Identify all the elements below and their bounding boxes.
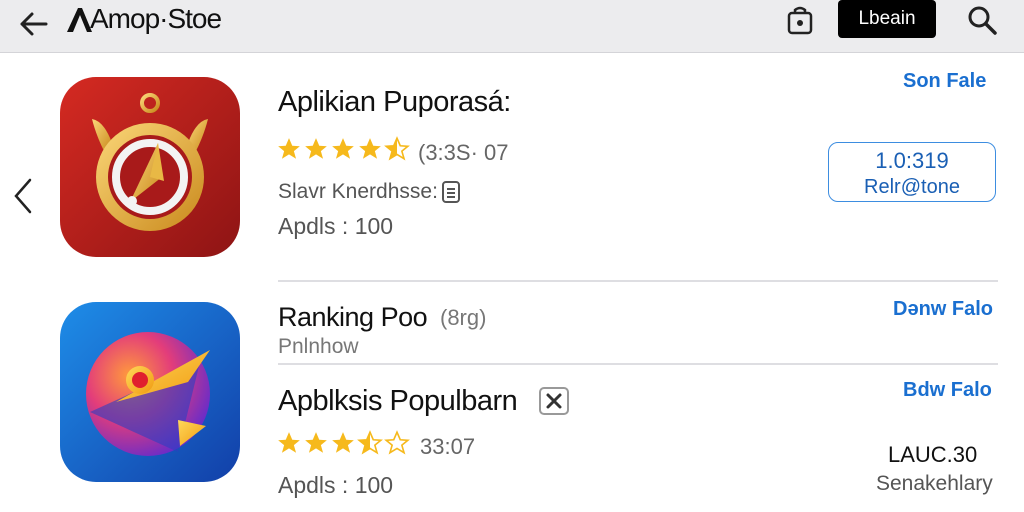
store-title: Amop·Stoe <box>90 3 222 34</box>
price-label: Senakehlary <box>876 472 993 495</box>
star-rating <box>276 430 410 456</box>
info-icon <box>442 181 460 203</box>
star-icon <box>332 138 354 159</box>
star-half-icon <box>384 136 410 161</box>
price-value: 1.0:319 <box>875 148 949 173</box>
rating-count: (3:3S· 07 <box>418 140 509 165</box>
star-icon <box>359 138 381 159</box>
apps-count: Apdls : 100 <box>278 213 394 239</box>
section-title[interactable]: Ranking Poo <box>278 302 428 333</box>
see-all-link[interactable]: Son Fale <box>903 70 986 93</box>
app-title[interactable]: Apblksis Populbarn <box>278 385 518 418</box>
see-all-link[interactable]: Dәnw Falo <box>893 298 993 321</box>
developer-name[interactable]: Slavr Knerdhsse: <box>278 180 438 204</box>
divider <box>278 280 998 282</box>
shopping-bag-icon[interactable] <box>784 4 816 36</box>
section-subtitle: Pnlnhow <box>278 335 359 358</box>
chevron-left-icon[interactable] <box>10 176 36 216</box>
app-icon-rocket[interactable] <box>60 302 240 482</box>
divider <box>278 363 998 365</box>
price-label: Relr@tone <box>864 176 960 198</box>
login-button[interactable]: Lbeain <box>838 0 936 38</box>
star-icon <box>332 432 354 453</box>
rocket-icon <box>60 302 240 482</box>
apps-count: Apdls : 100 <box>278 472 394 498</box>
price-value[interactable]: LAUC.30 <box>888 442 977 468</box>
top-bar: Amop·Stoe Lbeain <box>0 0 1024 53</box>
search-icon[interactable] <box>964 2 1000 38</box>
rating-count: 33:07 <box>420 434 476 459</box>
star-icon <box>305 432 327 453</box>
see-all-link[interactable]: Bdw Falo <box>903 379 992 402</box>
section-badge: (8rg) <box>440 305 487 330</box>
star-icon <box>305 138 327 159</box>
compass-icon <box>60 77 240 257</box>
star-empty-icon <box>384 430 410 455</box>
star-icon <box>278 138 300 159</box>
close-icon[interactable] <box>538 386 570 416</box>
back-arrow-icon[interactable] <box>16 6 52 42</box>
app-icon-compass[interactable] <box>60 77 240 257</box>
price-button[interactable]: 1.0:319 Relr@tone <box>828 142 996 202</box>
star-half-icon <box>357 430 383 455</box>
app-title[interactable]: Aplikian Puporasá: <box>278 86 511 119</box>
star-icon <box>278 432 300 453</box>
star-rating <box>276 136 410 162</box>
